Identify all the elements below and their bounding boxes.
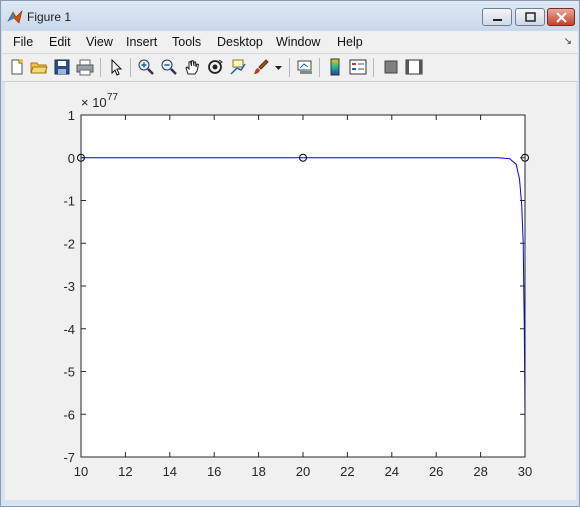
maximize-button[interactable] bbox=[515, 8, 545, 26]
link-plot-icon[interactable] bbox=[296, 58, 314, 76]
x-tick-label: 10 bbox=[74, 464, 88, 479]
y-tick-label: -1 bbox=[63, 194, 75, 209]
y-tick-label: -2 bbox=[63, 236, 75, 251]
zoom-in-icon[interactable] bbox=[137, 58, 155, 76]
insert-colorbar-icon[interactable] bbox=[326, 58, 344, 76]
window-title: Figure 1 bbox=[27, 10, 72, 24]
x-tick-label: 26 bbox=[429, 464, 443, 479]
close-icon bbox=[556, 12, 567, 23]
matlab-logo-icon bbox=[7, 10, 23, 24]
open-file-icon[interactable] bbox=[30, 58, 48, 76]
menu-view[interactable]: View bbox=[86, 35, 113, 49]
y-tick-label: -4 bbox=[63, 322, 75, 337]
rotate-3d-icon[interactable] bbox=[206, 58, 224, 76]
toolbar-separator bbox=[289, 58, 290, 77]
toolbar-separator bbox=[100, 58, 101, 77]
menu-edit[interactable]: Edit bbox=[49, 35, 71, 49]
menu-dock-arrow-icon[interactable]: ↘ bbox=[564, 36, 572, 47]
pan-hand-icon[interactable] bbox=[183, 58, 201, 76]
zoom-out-icon[interactable] bbox=[160, 58, 178, 76]
menu-file[interactable]: File bbox=[13, 35, 33, 49]
toolbar-separator bbox=[319, 58, 320, 77]
insert-legend-icon[interactable] bbox=[349, 58, 367, 76]
y-exponent-base: × 10 bbox=[81, 95, 107, 110]
toolbar-separator bbox=[130, 58, 131, 77]
menu-desktop[interactable]: Desktop bbox=[217, 35, 263, 49]
y-tick-label: 0 bbox=[68, 151, 75, 166]
menu-window[interactable]: Window bbox=[276, 35, 320, 49]
menu-tools[interactable]: Tools bbox=[172, 35, 201, 49]
plot-svg[interactable]: 10 12 14 16 18 20 22 24 26 28 3010-1-2-3-4-5-6-7 ×… bbox=[5, 82, 576, 500]
x-tick-label: 14 bbox=[163, 464, 177, 479]
y-exponent-label: 77 bbox=[107, 92, 119, 103]
axes-background bbox=[81, 115, 525, 457]
toolbar-separator bbox=[373, 58, 374, 77]
edit-plot-arrow-icon[interactable] bbox=[107, 58, 125, 76]
menu-bar: File Edit View Insert Tools Desktop Wind… bbox=[2, 31, 578, 54]
new-figure-icon[interactable] bbox=[8, 58, 26, 76]
x-tick-label: 20 bbox=[296, 464, 310, 479]
menu-help[interactable]: Help bbox=[337, 35, 363, 49]
minimize-button[interactable] bbox=[482, 8, 512, 26]
x-tick-label: 12 bbox=[118, 464, 132, 479]
save-icon[interactable] bbox=[53, 58, 71, 76]
brush-icon[interactable] bbox=[252, 58, 270, 76]
y-tick-label: -6 bbox=[63, 407, 75, 422]
minimize-icon bbox=[493, 19, 502, 21]
show-plot-tools-icon[interactable] bbox=[405, 58, 423, 76]
y-tick-label: 1 bbox=[68, 108, 75, 123]
y-tick-label: -7 bbox=[63, 450, 75, 465]
x-tick-label: 30 bbox=[518, 464, 532, 479]
menu-insert[interactable]: Insert bbox=[126, 35, 157, 49]
data-cursor-icon[interactable] bbox=[229, 58, 247, 76]
x-tick-label: 28 bbox=[473, 464, 487, 479]
x-tick-label: 22 bbox=[340, 464, 354, 479]
y-tick-label: -5 bbox=[63, 365, 75, 380]
x-tick-label: 18 bbox=[251, 464, 265, 479]
figure-window: Figure 1 File Edit View Insert Tools Des… bbox=[0, 0, 580, 507]
figure-toolbar bbox=[2, 54, 578, 82]
figure-canvas: 10 12 14 16 18 20 22 24 26 28 30 1 0 -1 -2 -3 -4 -5 -6 -7 ×… bbox=[5, 82, 576, 500]
brush-dropdown-icon[interactable] bbox=[274, 58, 283, 76]
maximize-icon bbox=[525, 12, 536, 22]
x-tick-label: 16 bbox=[207, 464, 221, 479]
title-bar[interactable]: Figure 1 bbox=[1, 1, 579, 31]
hide-plot-tools-icon[interactable] bbox=[382, 58, 400, 76]
y-tick-label: -3 bbox=[63, 279, 75, 294]
x-tick-label: 24 bbox=[385, 464, 399, 479]
print-icon[interactable] bbox=[76, 58, 94, 76]
close-button[interactable] bbox=[547, 8, 575, 26]
